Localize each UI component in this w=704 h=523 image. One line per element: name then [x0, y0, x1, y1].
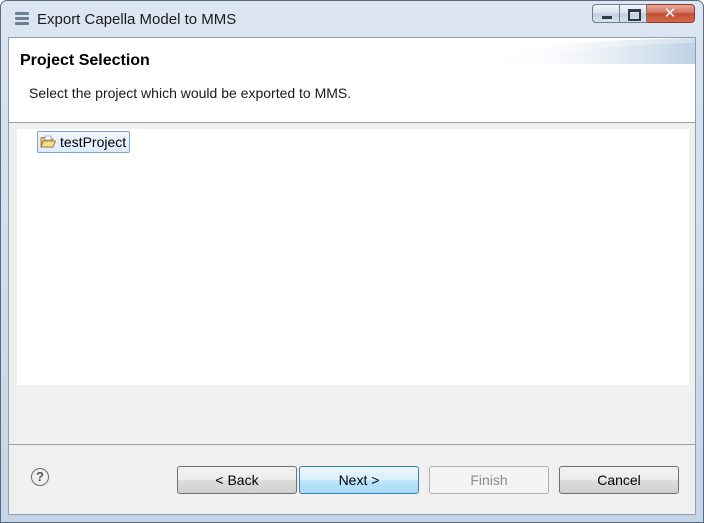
wizard-header: Project Selection Select the project whi…	[9, 38, 695, 122]
finish-button[interactable]: Finish	[429, 466, 549, 494]
dialog-client-area: Project Selection Select the project whi…	[8, 37, 696, 515]
header-divider	[9, 122, 695, 123]
close-button[interactable]: ✕	[647, 4, 695, 23]
title-bar[interactable]: Export Capella Model to MMS ✕	[1, 1, 703, 37]
minimize-icon	[602, 16, 612, 19]
minimize-button[interactable]	[592, 4, 620, 23]
page-title: Project Selection	[20, 52, 150, 69]
project-tree[interactable]: testProject	[17, 129, 689, 385]
tree-item-label: testProject	[60, 134, 127, 150]
cancel-button[interactable]: Cancel	[559, 466, 679, 494]
close-icon: ✕	[663, 4, 677, 22]
maximize-icon	[628, 9, 641, 21]
open-project-folder-icon	[40, 135, 56, 148]
next-button[interactable]: Next >	[299, 466, 419, 494]
help-icon[interactable]: ?	[31, 468, 49, 486]
caption-buttons: ✕	[592, 4, 695, 25]
back-button[interactable]: < Back	[177, 466, 297, 494]
window-title: Export Capella Model to MMS	[37, 11, 237, 28]
dialog-window: Export Capella Model to MMS ✕ Project Se…	[0, 0, 704, 523]
header-banner-graphic	[475, 38, 695, 64]
page-description: Select the project which would be export…	[29, 85, 352, 101]
tree-item-testproject[interactable]: testProject	[37, 131, 131, 153]
menu-lines-icon[interactable]	[15, 11, 29, 27]
maximize-button[interactable]	[620, 4, 647, 23]
footer-divider	[9, 444, 695, 445]
